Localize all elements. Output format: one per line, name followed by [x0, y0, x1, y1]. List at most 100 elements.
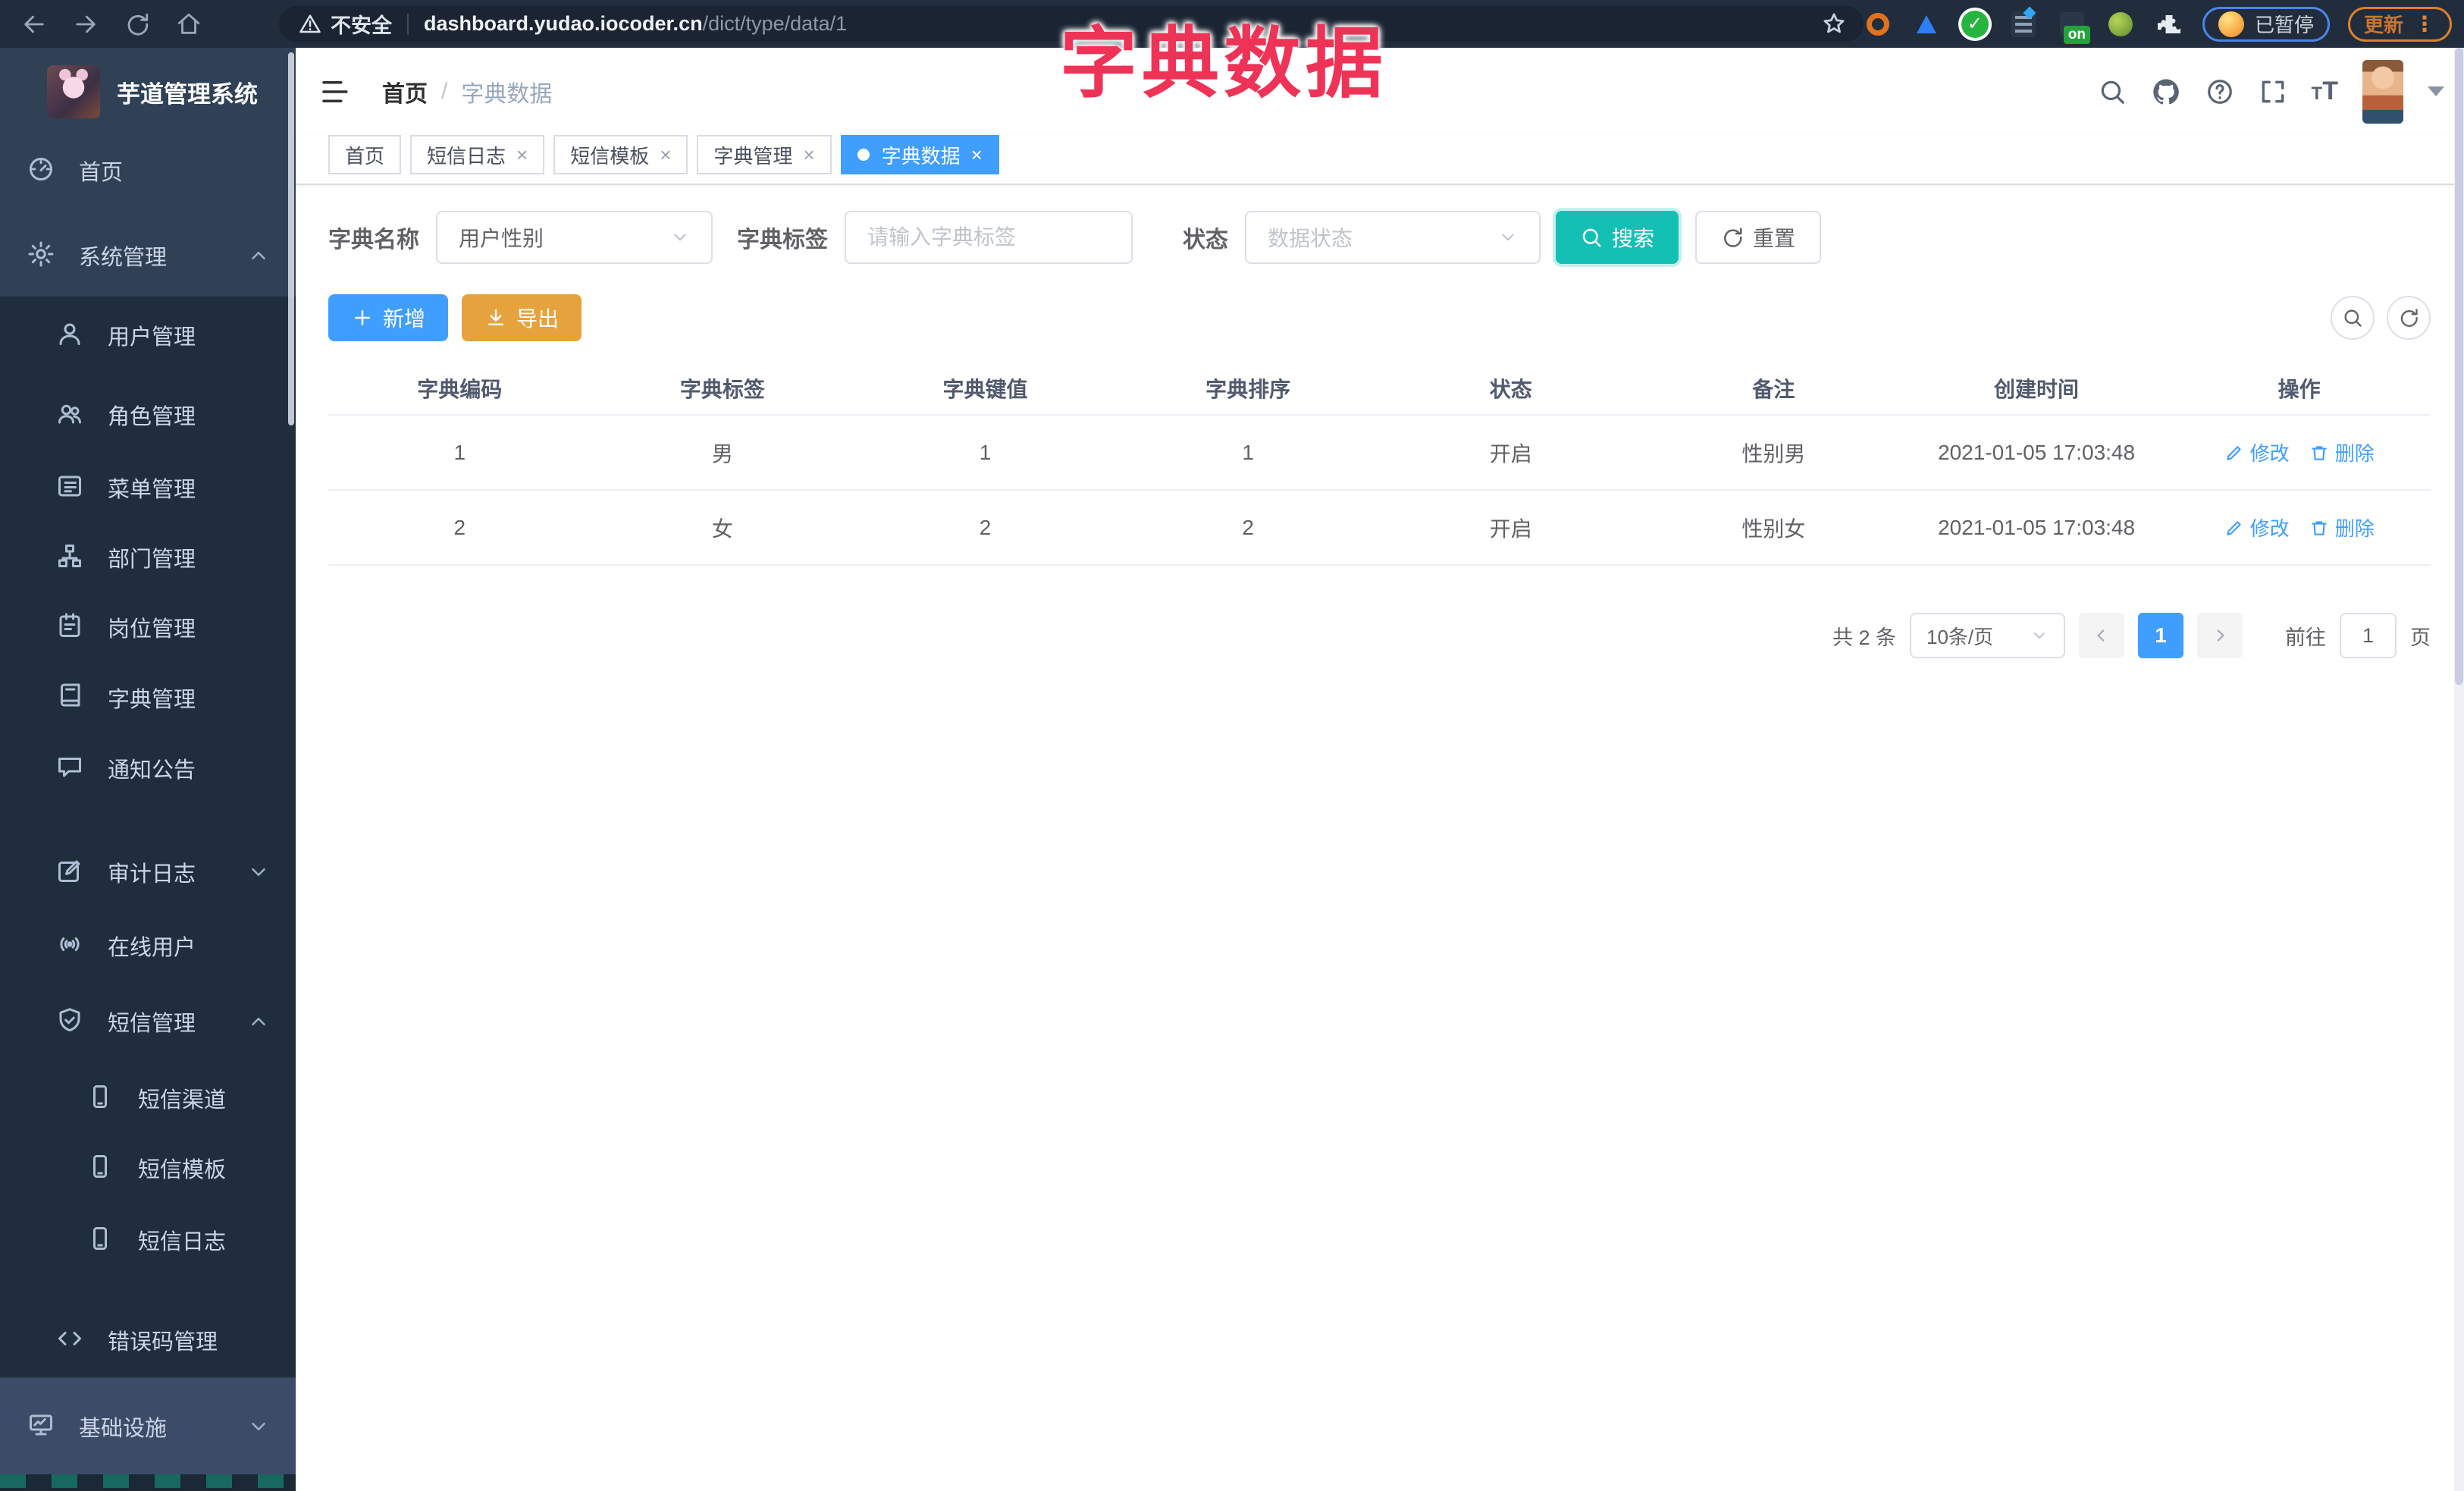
avatar[interactable] — [2362, 59, 2403, 124]
status-placeholder: 数据状态 — [1268, 227, 1353, 250]
extensions-puzzle-icon[interactable] — [2154, 9, 2184, 39]
sidebar-item-label: 短信日志 — [138, 1230, 227, 1254]
sidebar-item-posts[interactable]: 岗位管理 — [0, 592, 296, 662]
page-size-select[interactable]: 10条/页 — [1910, 613, 2065, 658]
sidebar-item-label: 岗位管理 — [108, 617, 196, 642]
extension-orange-icon[interactable] — [1863, 9, 1893, 39]
extension-on-icon[interactable] — [2057, 9, 2090, 44]
close-icon[interactable]: × — [516, 145, 528, 165]
extension-sliders-icon[interactable] — [2008, 9, 2039, 39]
sidebar-item-infrastructure[interactable]: 基础设施 — [0, 1392, 296, 1461]
monitor-icon — [27, 1411, 58, 1442]
tab-sms-log[interactable]: 短信日志 × — [410, 135, 545, 174]
chevron-down-icon — [247, 861, 270, 884]
hide-search-button[interactable] — [2331, 296, 2375, 340]
tab-dict-data[interactable]: 字典数据 × — [840, 135, 999, 174]
sidebar-fold-icon[interactable] — [318, 76, 350, 108]
delete-link[interactable]: 删除 — [2309, 438, 2375, 466]
fullscreen-icon[interactable] — [2259, 77, 2287, 106]
users-icon — [56, 400, 86, 430]
forward-icon[interactable] — [73, 11, 99, 37]
browser-menu-icon[interactable]: ⋮ — [2414, 11, 2436, 36]
home-icon[interactable] — [176, 11, 202, 37]
edit-link[interactable]: 修改 — [2224, 513, 2290, 541]
dict-label-label: 字典标签 — [737, 228, 828, 253]
sidebar-item-dict[interactable]: 字典管理 — [0, 663, 296, 733]
sidebar-item-online-users[interactable]: 在线用户 — [0, 911, 296, 981]
sidebar-item-sms[interactable]: 短信管理 — [0, 987, 296, 1056]
search-button-label: 搜索 — [1612, 227, 1655, 250]
page-size-value: 10条/页 — [1926, 625, 1994, 648]
close-icon[interactable]: × — [971, 145, 983, 165]
page-suffix: 页 — [2410, 626, 2431, 649]
sidebar-item-notices[interactable]: 通知公告 — [0, 733, 296, 803]
sidebar-item-sms-channel[interactable]: 短信渠道 — [0, 1063, 296, 1133]
font-size-icon[interactable]: TT — [2312, 77, 2338, 106]
sidebar-item-menus[interactable]: 菜单管理 — [0, 453, 296, 523]
pagination: 共 2 条 10条/页 1 前往 页 — [296, 613, 2431, 658]
app-logo[interactable]: 芋道管理系统 — [0, 48, 296, 136]
sidebar-item-label: 用户管理 — [108, 325, 196, 350]
reset-button[interactable]: 重置 — [1695, 211, 1822, 264]
screen: 不安全 dashboard.yudao.iocoder.cn /dict/typ… — [0, 0, 2464, 1491]
back-icon[interactable] — [21, 11, 47, 37]
help-icon[interactable] — [2205, 77, 2234, 106]
breadcrumb-home[interactable]: 首页 — [382, 75, 428, 108]
pagination-total: 共 2 条 — [1832, 626, 1896, 649]
sidebar-item-home[interactable]: 首页 — [0, 136, 296, 206]
sidebar-item-sms-template[interactable]: 短信模板 — [0, 1133, 296, 1203]
status-select[interactable]: 数据状态 — [1245, 211, 1541, 264]
bookmark-star-icon[interactable] — [1821, 11, 1847, 36]
online-signal-icon — [56, 931, 86, 961]
extension-blue-icon[interactable] — [1911, 9, 1942, 39]
tab-dict-manage[interactable]: 字典管理 × — [697, 135, 832, 174]
search-button[interactable]: 搜索 — [1556, 211, 1679, 264]
next-page-button[interactable] — [2197, 613, 2243, 658]
update-badge[interactable]: 更新 ⋮ — [2347, 6, 2452, 42]
sidebar-item-audit-log[interactable]: 审计日志 — [0, 837, 296, 907]
refresh-button[interactable] — [2387, 296, 2431, 340]
current-page-button[interactable]: 1 — [2138, 613, 2183, 658]
cell-status: 开启 — [1489, 516, 1532, 541]
caret-down-icon[interactable] — [2428, 86, 2444, 96]
export-button[interactable]: 导出 — [462, 294, 582, 341]
prev-page-button[interactable] — [2079, 613, 2124, 658]
tab-label: 首页 — [345, 144, 385, 168]
cell-created: 2021-01-05 17:03:48 — [1938, 440, 2136, 464]
header-actions: TT — [2098, 48, 2444, 135]
github-icon[interactable] — [2151, 77, 2181, 107]
sidebar-item-users[interactable]: 用户管理 — [0, 300, 296, 370]
not-secure-label: 不安全 — [331, 14, 392, 37]
delete-link[interactable]: 删除 — [2309, 513, 2375, 541]
status-label: 状态 — [1183, 228, 1228, 253]
edit-icon — [56, 857, 86, 887]
tab-home[interactable]: 首页 — [328, 135, 402, 174]
sidebar-scrollbar[interactable] — [288, 52, 294, 425]
page-scrollbar-thumb[interactable] — [2455, 48, 2463, 685]
sidebar-item-roles[interactable]: 角色管理 — [0, 380, 296, 450]
add-button[interactable]: 新增 — [328, 294, 449, 341]
sidebar-item-departments[interactable]: 部门管理 — [0, 523, 296, 592]
close-icon[interactable]: × — [660, 145, 671, 165]
tab-sms-template[interactable]: 短信模板 × — [553, 135, 688, 174]
sidebar-item-system[interactable]: 系统管理 — [0, 221, 296, 290]
breadcrumb: 首页 / 字典数据 — [382, 75, 552, 108]
search-icon[interactable] — [2098, 77, 2127, 106]
cell-label: 女 — [711, 516, 733, 541]
goto-page-input[interactable] — [2340, 613, 2397, 658]
tab-label: 短信模板 — [570, 144, 650, 168]
reload-icon[interactable] — [124, 11, 150, 37]
edit-link[interactable]: 修改 — [2224, 438, 2290, 466]
profile-paused-badge[interactable]: 已暂停 — [2202, 6, 2330, 42]
dict-label-input[interactable] — [846, 212, 1131, 262]
sidebar-item-sms-log[interactable]: 短信日志 — [0, 1205, 296, 1275]
sidebar-bottom-fill — [0, 1488, 296, 1491]
sidebar-item-error-codes[interactable]: 错误码管理 — [0, 1305, 296, 1375]
table-row: 2 女 2 2 开启 性别女 2021-01-05 17:03:48 修改 删除 — [328, 491, 2431, 566]
gear-icon — [27, 240, 58, 271]
tab-label: 短信日志 — [427, 144, 506, 168]
close-icon[interactable]: × — [803, 145, 814, 165]
dict-name-select[interactable]: 用户性别 — [436, 211, 713, 264]
extension-leaf-icon[interactable] — [2105, 9, 2136, 39]
extension-green-check-icon[interactable]: ✓ — [1960, 9, 1990, 39]
